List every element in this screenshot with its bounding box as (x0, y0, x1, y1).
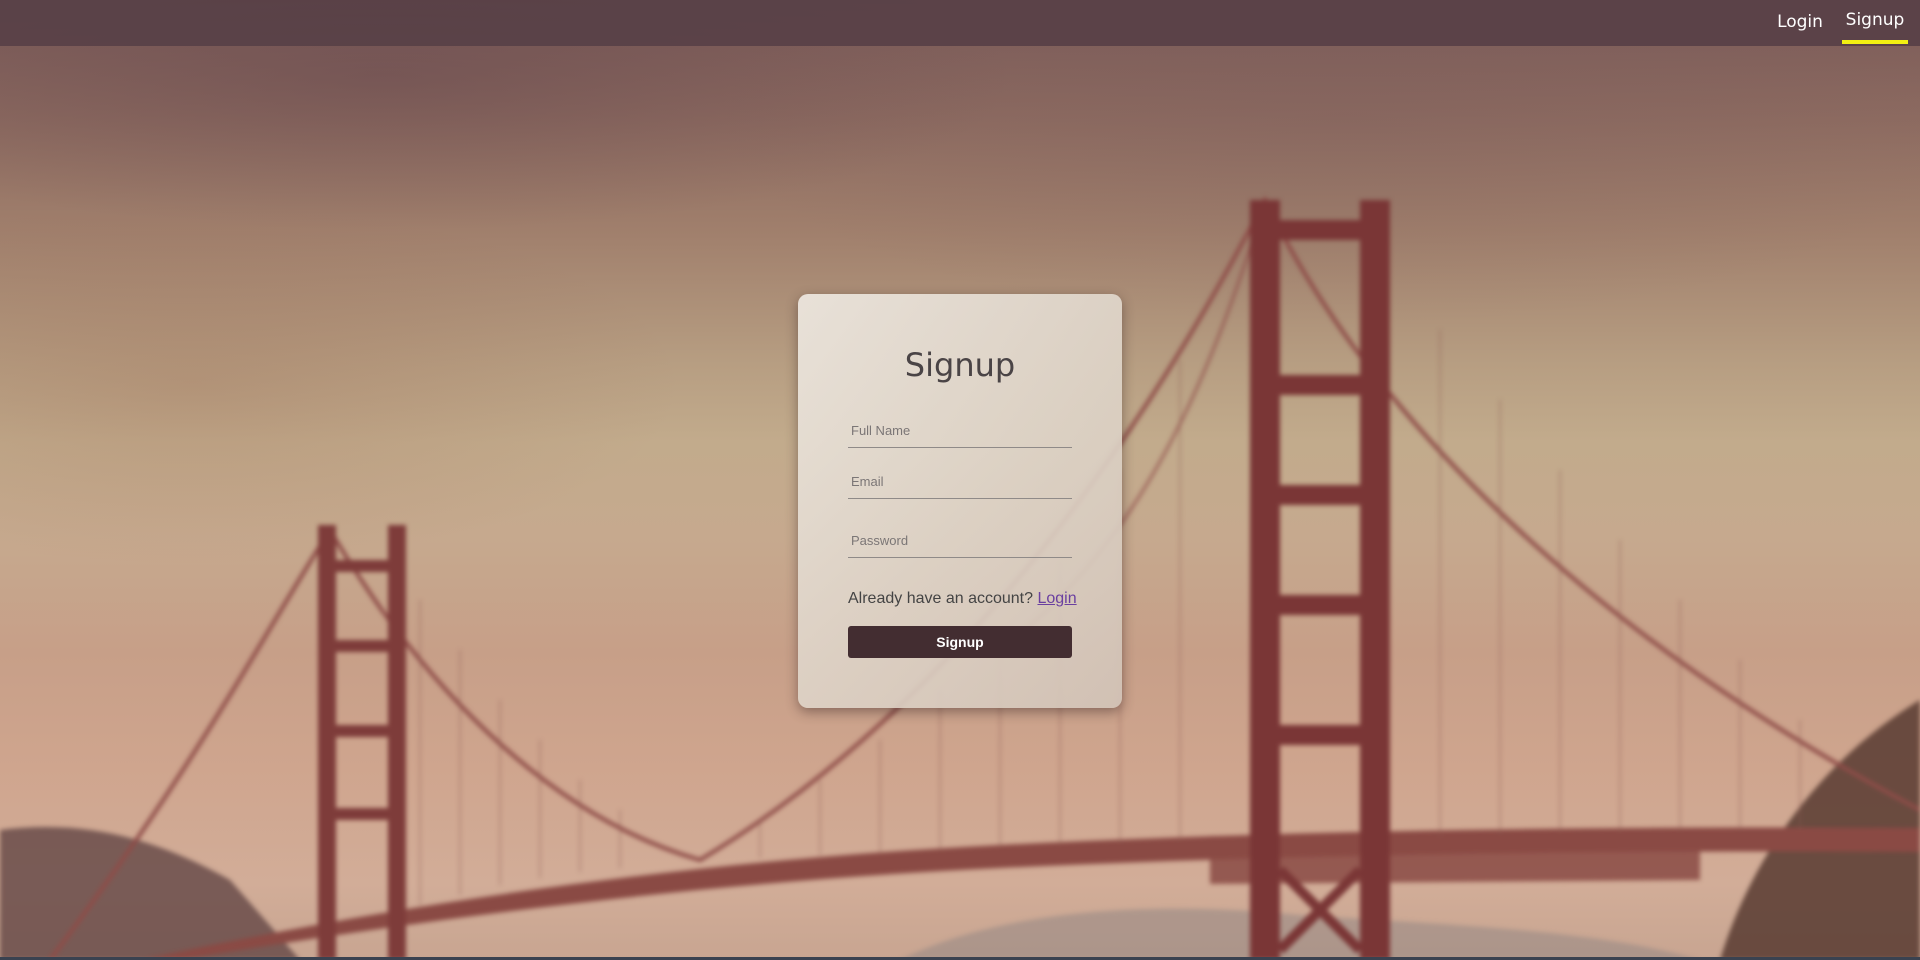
page-title: Signup (904, 346, 1016, 384)
nav-signup-link[interactable]: Signup (1840, 0, 1910, 46)
signup-card: Signup Already have an account? Login Si… (798, 294, 1122, 708)
account-prompt-text: Already have an account? (848, 590, 1034, 607)
signup-button[interactable]: Signup (848, 626, 1072, 658)
email-field[interactable] (848, 465, 1072, 499)
active-tab-indicator (1842, 40, 1908, 44)
top-navbar: Login Signup (0, 0, 1920, 46)
full-name-field[interactable] (848, 414, 1072, 448)
nav-signup-label: Signup (1845, 10, 1905, 30)
login-link[interactable]: Login (1037, 590, 1076, 607)
password-field[interactable] (848, 524, 1072, 558)
account-prompt: Already have an account? Login (848, 590, 1088, 608)
nav-login-link[interactable]: Login (1768, 0, 1832, 46)
